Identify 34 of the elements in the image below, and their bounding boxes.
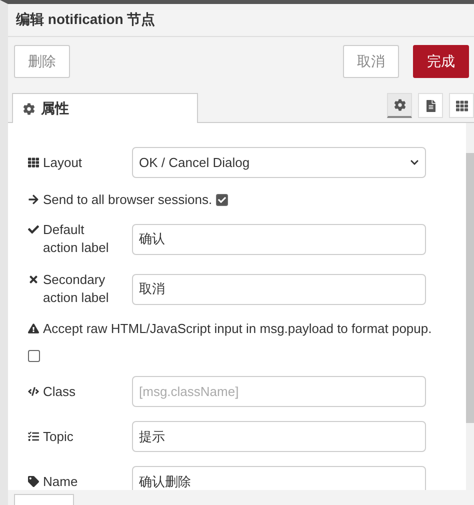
dialog-title: 编辑 notification 节点: [8, 4, 474, 37]
chevron-down-icon: [410, 158, 419, 167]
scrollbar[interactable]: [466, 123, 474, 490]
document-icon[interactable]: [418, 93, 443, 118]
cross-icon: [28, 274, 39, 285]
field-label: Class: [43, 382, 77, 400]
code-icon: [28, 386, 39, 396]
dialog-button[interactable]: 完成: [413, 45, 469, 78]
grid-icon: [28, 156, 39, 168]
field-label: Layout: [43, 154, 84, 172]
check-icon: [28, 224, 39, 235]
dialog-button[interactable]: 删除: [14, 45, 70, 78]
layout-select[interactable]: OK / Cancel Dialog: [132, 147, 426, 178]
checkbox[interactable]: [216, 194, 228, 206]
field-label: Topic: [43, 428, 74, 446]
settings-icon[interactable]: [387, 93, 412, 118]
settings-icon: [23, 102, 35, 114]
arrow-right-icon: [28, 194, 39, 205]
field-label: Secondary action label: [43, 271, 110, 307]
list-icon: [28, 430, 39, 442]
tag-icon: [28, 476, 39, 486]
text-field[interactable]: 取消: [132, 274, 426, 304]
text-field[interactable]: 提示: [132, 421, 426, 452]
warning-icon: [28, 323, 39, 334]
dialog-button[interactable]: 取消: [343, 45, 399, 78]
option-label: Accept raw HTML/JavaScript input in msg.payload to format popup.: [43, 321, 432, 336]
field-label: Name: [43, 472, 79, 490]
text-field[interactable]: [msg.className]: [132, 376, 426, 407]
tab[interactable]: 属性: [12, 93, 198, 123]
text-field[interactable]: 确认删除: [132, 466, 426, 490]
text-field[interactable]: 确认: [132, 224, 426, 254]
checkbox[interactable]: [28, 350, 40, 362]
option-label: Send to all browser sessions.: [43, 192, 212, 207]
field-label: Default action label: [43, 221, 110, 257]
